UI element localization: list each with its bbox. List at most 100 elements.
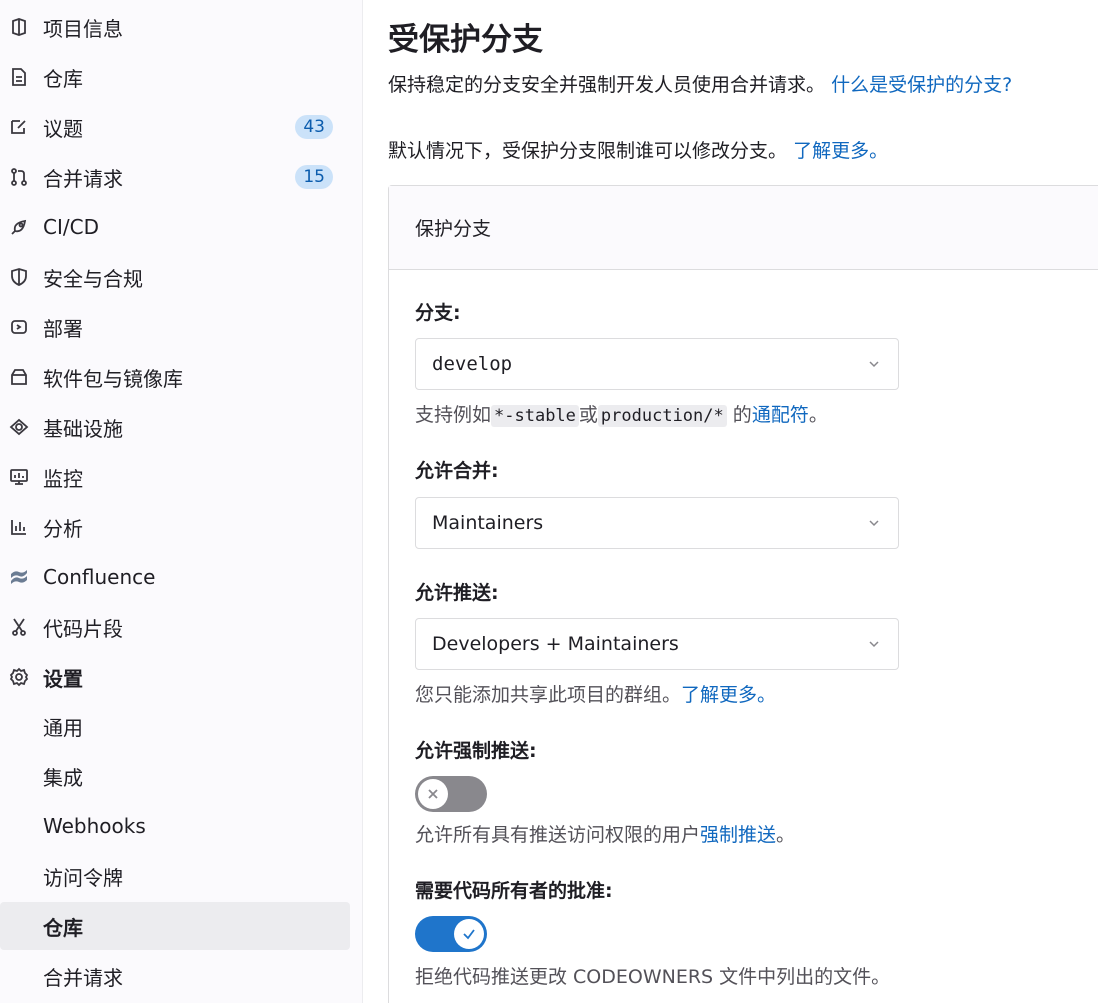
sidebar-item-monitor[interactable]: 监控: [0, 452, 350, 502]
code-owner-help: 拒绝代码推送更改 CODEOWNERS 文件中列出的文件。: [415, 966, 891, 988]
branch-help-mid: 的: [732, 404, 752, 426]
force-push-toggle[interactable]: [415, 776, 487, 812]
sidebar-item-confluence[interactable]: Confluence: [0, 552, 350, 602]
merge-requests-count-badge: 15: [295, 165, 333, 189]
package-icon: [8, 366, 30, 388]
sidebar-item-label: CI/CD: [43, 215, 99, 239]
merge-request-icon: [8, 166, 30, 188]
force-push-help: 允许所有具有推送访问权限的用户强制推送。: [415, 820, 795, 847]
default-text: 默认情况下，受保护分支限制谁可以修改分支。: [388, 140, 788, 162]
sidebar-subitem-general[interactable]: 通用: [0, 702, 350, 750]
sidebar: 项目信息 仓库 议题 43 合并请求 15 CI/CD 安全与合规 部署 软件包…: [0, 0, 363, 1003]
monitor-icon: [8, 466, 30, 488]
sidebar-item-issues[interactable]: 议题 43: [0, 102, 350, 152]
sidebar-item-cicd[interactable]: CI/CD: [0, 202, 350, 252]
default-description: 默认情况下，受保护分支限制谁可以修改分支。 了解更多。: [388, 136, 888, 163]
description-text: 保持稳定的分支安全并强制开发人员使用合并请求。: [388, 74, 826, 96]
wildcards-link[interactable]: 通配符: [752, 404, 809, 426]
protect-branch-card: 保护分支 分支: develop 支持例如 *-stable 或 production…: [388, 185, 1098, 1003]
sidebar-item-security[interactable]: 安全与合规: [0, 252, 350, 302]
deploy-icon: [8, 316, 30, 338]
close-icon: [428, 789, 438, 799]
page-description: 保持稳定的分支安全并强制开发人员使用合并请求。 什么是受保护的分支?: [388, 70, 1012, 97]
sidebar-subitem-merge-requests[interactable]: 合并请求: [0, 952, 350, 1000]
sidebar-item-project-info[interactable]: 项目信息: [0, 2, 350, 52]
allowed-to-push-help: 您只能添加共享此项目的群组。了解更多。: [415, 680, 776, 707]
wildcard-example-stable: *-stable: [491, 405, 579, 427]
gear-icon: [8, 666, 30, 688]
branch-help-or: 或: [578, 404, 598, 426]
sidebar-item-label: Confluence: [43, 565, 156, 589]
sidebar-item-label: 软件包与镜像库: [43, 366, 183, 391]
chevron-down-icon: [869, 361, 879, 368]
branch-help-suffix: 。: [808, 404, 828, 426]
sidebar-item-label: 监控: [43, 466, 83, 491]
sidebar-item-label: 仓库: [43, 66, 83, 91]
main-content: 受保护分支 保持稳定的分支安全并强制开发人员使用合并请求。 什么是受保护的分支?…: [388, 0, 1098, 1003]
page: 项目信息 仓库 议题 43 合并请求 15 CI/CD 安全与合规 部署 软件包…: [0, 0, 1098, 1003]
chevron-down-icon: [869, 641, 879, 648]
force-push-link[interactable]: 强制推送: [700, 824, 776, 846]
sidebar-item-infrastructure[interactable]: 基础设施: [0, 402, 350, 452]
sidebar-item-label: 代码片段: [43, 616, 123, 641]
allowed-to-push-learn-more-link[interactable]: 了解更多。: [681, 684, 776, 706]
infrastructure-icon: [8, 416, 30, 438]
sidebar-item-analytics[interactable]: 分析: [0, 502, 350, 552]
branch-label: 分支:: [415, 302, 461, 324]
sidebar-item-repository[interactable]: 仓库: [0, 52, 350, 102]
sidebar-subitem-label: 通用: [43, 715, 83, 740]
project-info-icon: [8, 16, 30, 38]
chevron-down-icon: [869, 520, 879, 527]
branch-select-value: develop: [432, 353, 513, 375]
branch-help-prefix: 支持例如: [415, 404, 492, 426]
rocket-icon: [8, 216, 30, 238]
toggle-knob: [418, 779, 448, 809]
sidebar-subitem-label: 访问令牌: [43, 865, 123, 890]
sidebar-subitem-integrations[interactable]: 集成: [0, 752, 350, 800]
sidebar-item-packages[interactable]: 软件包与镜像库: [0, 352, 350, 402]
force-push-help-suffix: 。: [776, 824, 796, 846]
sidebar-item-settings[interactable]: 设置: [0, 652, 350, 702]
page-title: 受保护分支: [388, 22, 543, 58]
sidebar-item-label: 项目信息: [43, 16, 123, 41]
card-header: 保护分支: [389, 186, 1098, 270]
force-push-help-text: 允许所有具有推送访问权限的用户: [415, 824, 701, 846]
sidebar-item-merge-requests[interactable]: 合并请求 15: [0, 152, 350, 202]
sidebar-subitem-webhooks[interactable]: Webhooks: [0, 802, 350, 850]
sidebar-subitem-label: 集成: [43, 765, 83, 790]
allowed-to-merge-value: Maintainers: [432, 512, 544, 534]
sidebar-item-label: 部署: [43, 316, 83, 341]
allowed-to-push-select[interactable]: Developers + Maintainers: [415, 618, 899, 670]
shield-icon: [8, 266, 30, 288]
branch-select[interactable]: develop: [415, 338, 899, 390]
sidebar-item-snippets[interactable]: 代码片段: [0, 602, 350, 652]
allowed-to-merge-label: 允许合并:: [415, 460, 499, 482]
sidebar-item-label: 设置: [43, 666, 83, 691]
sidebar-item-label: 分析: [43, 516, 83, 541]
code-owner-approval-label: 需要代码所有者的批准:: [415, 880, 613, 902]
snippet-icon: [8, 616, 30, 638]
sidebar-item-label: 安全与合规: [43, 266, 143, 291]
sidebar-subitem-label: 合并请求: [43, 965, 123, 990]
sidebar-subitem-label: 仓库: [43, 915, 83, 940]
allowed-to-push-help-text: 您只能添加共享此项目的群组。: [415, 684, 682, 706]
issues-count-badge: 43: [295, 115, 333, 139]
allowed-to-push-value: Developers + Maintainers: [432, 633, 679, 655]
code-owner-approval-toggle[interactable]: [415, 916, 487, 952]
allowed-to-push-label: 允许推送:: [415, 582, 499, 604]
allowed-to-merge-select[interactable]: Maintainers: [415, 497, 899, 549]
confluence-icon: [8, 566, 30, 588]
allow-force-push-label: 允许强制推送:: [415, 740, 537, 762]
sidebar-item-deploy[interactable]: 部署: [0, 302, 350, 352]
sidebar-subitem-access-tokens[interactable]: 访问令牌: [0, 852, 350, 900]
toggle-knob: [454, 919, 484, 949]
wildcard-example-production: production/*: [597, 405, 727, 427]
what-is-protected-branch-link[interactable]: 什么是受保护的分支?: [831, 74, 1012, 96]
learn-more-link[interactable]: 了解更多。: [793, 140, 888, 162]
sidebar-subitem-repository[interactable]: 仓库: [0, 902, 350, 950]
sidebar-subitem-label: Webhooks: [43, 814, 146, 838]
card-title: 保护分支: [415, 218, 492, 240]
branch-help-text: 支持例如 *-stable 或 production/* 的通配符。: [415, 400, 828, 427]
check-icon: [463, 929, 475, 940]
document-icon: [8, 66, 30, 88]
